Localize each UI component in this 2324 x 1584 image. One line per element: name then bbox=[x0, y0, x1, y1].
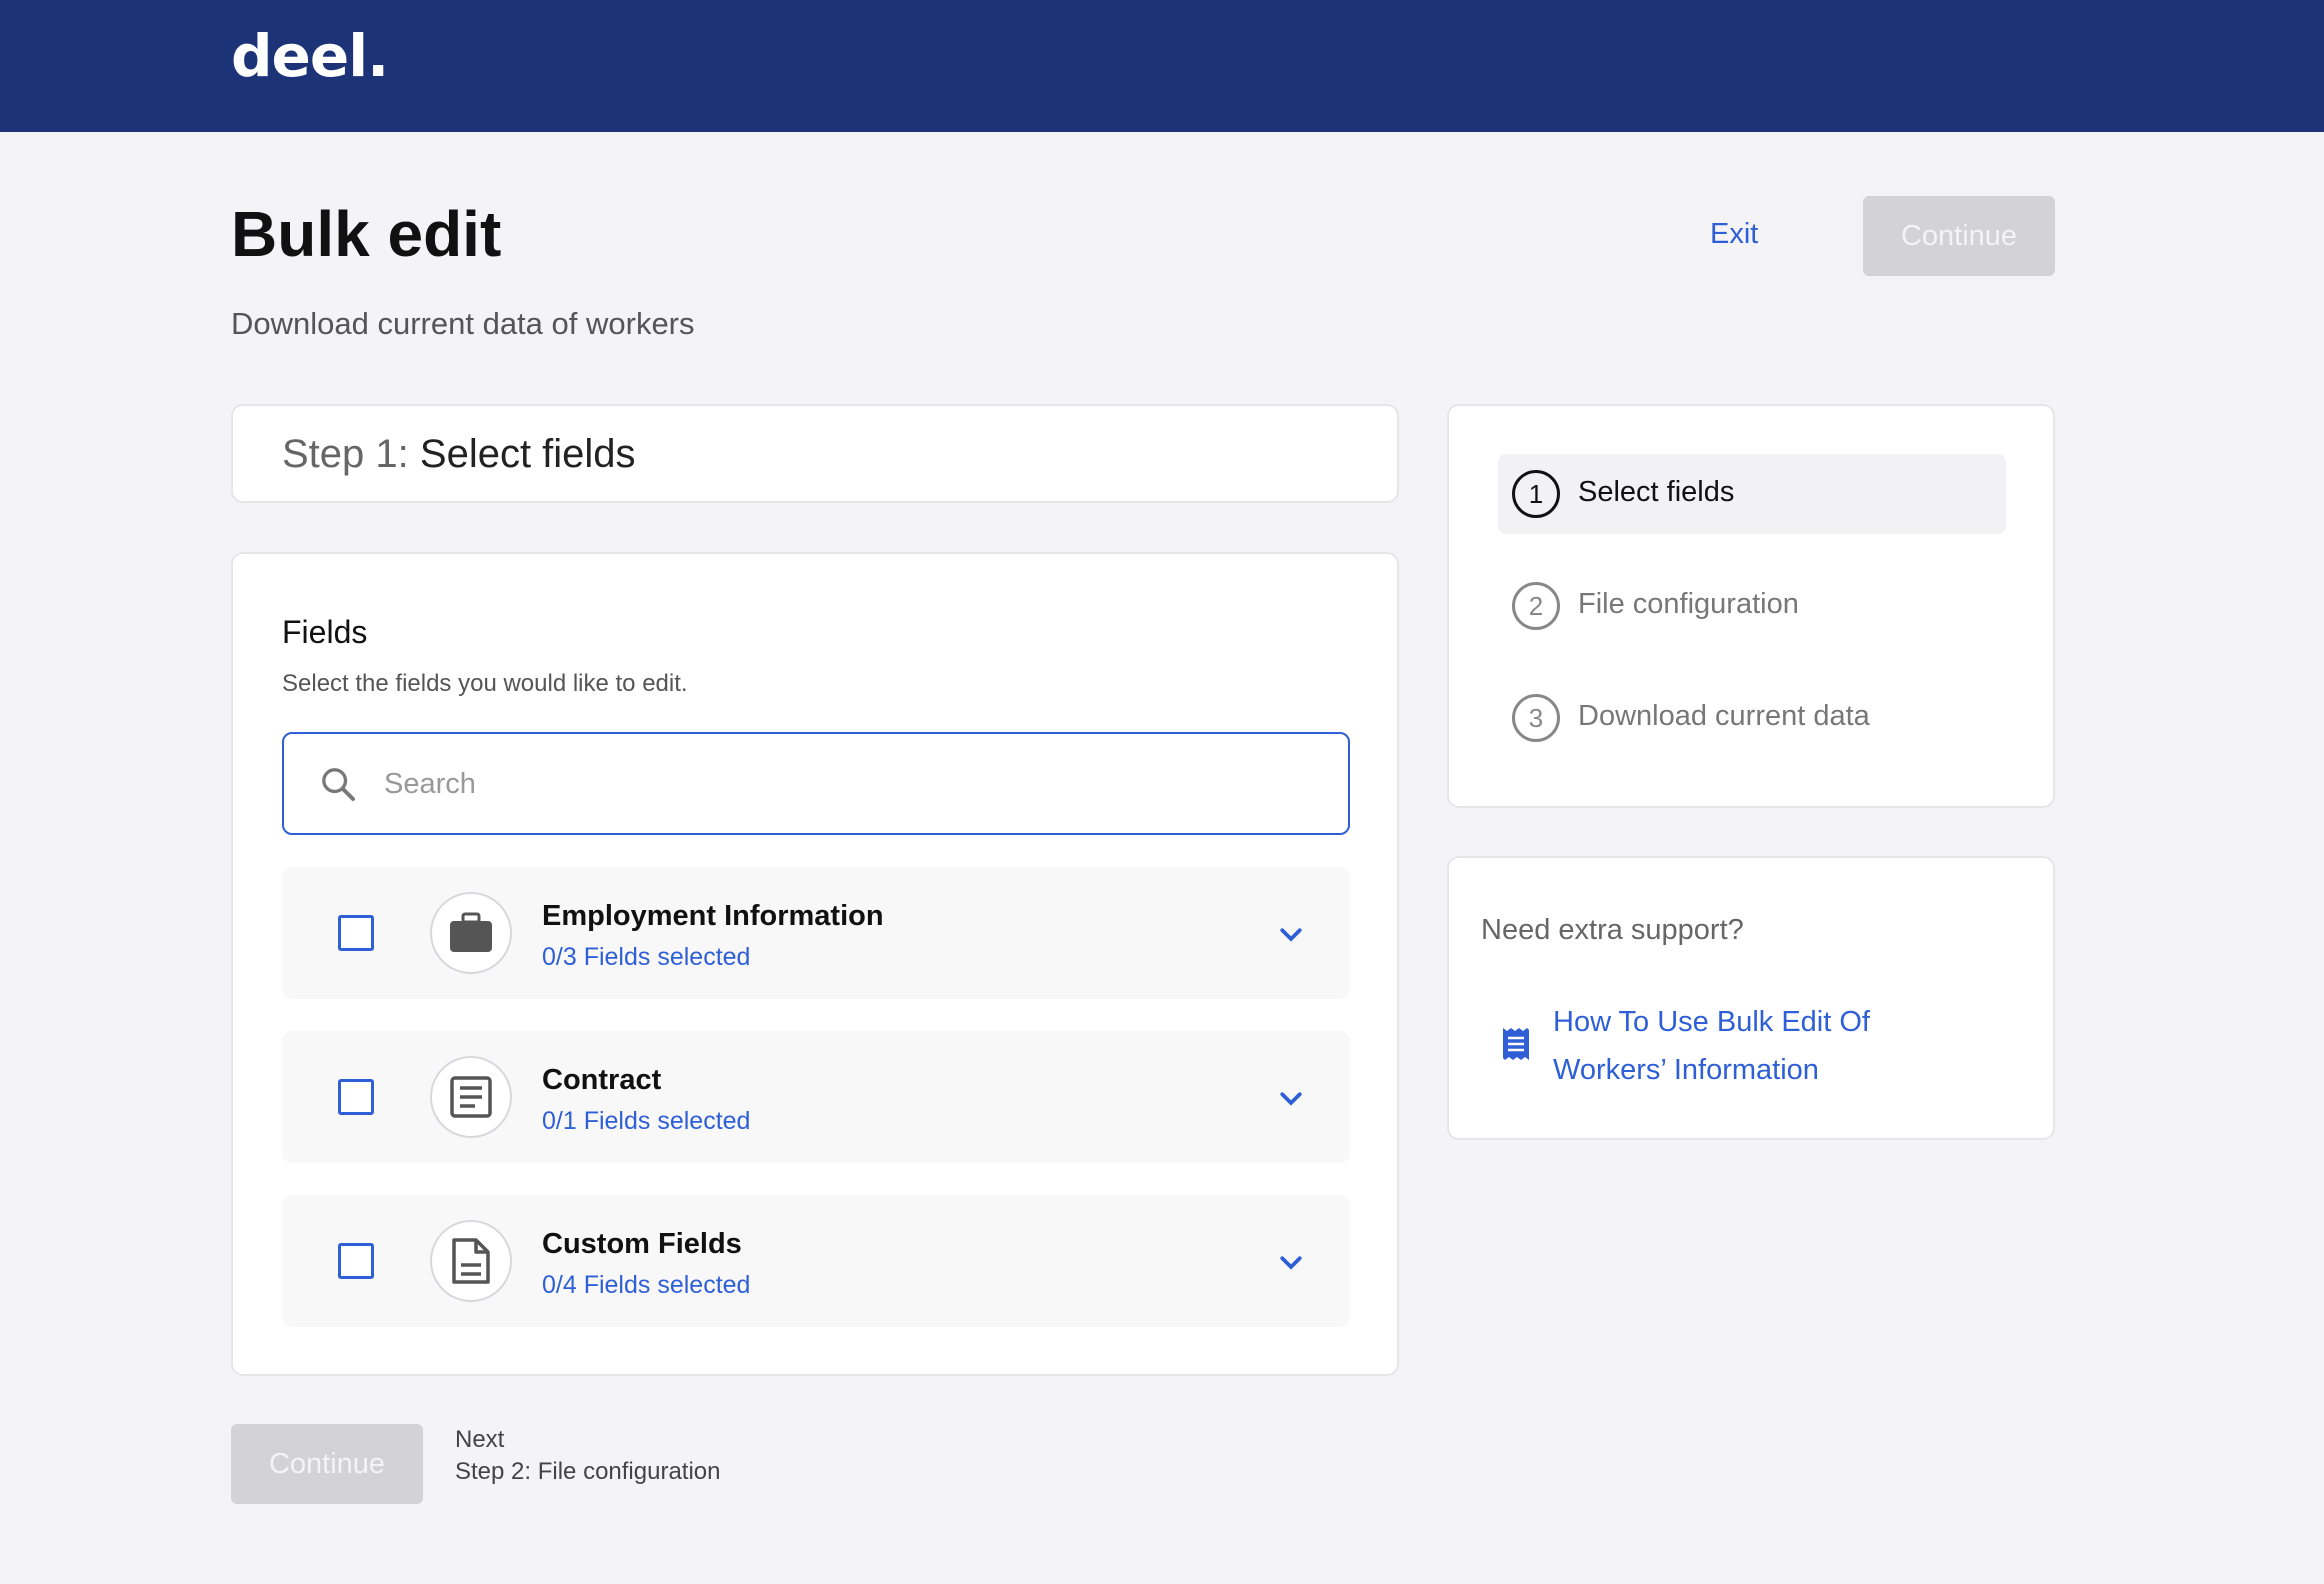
document-icon bbox=[1503, 1028, 1529, 1060]
checkbox-employment[interactable] bbox=[338, 915, 374, 951]
checkbox-custom[interactable] bbox=[338, 1243, 374, 1279]
field-group-count: 0/4 Fields selected bbox=[542, 1271, 751, 1299]
progress-card: 1 Select fields 2 File configuration 3 D… bbox=[1447, 404, 2055, 808]
step-label: File configuration bbox=[1578, 588, 1799, 620]
search-input[interactable] bbox=[384, 754, 1304, 814]
step-label: Select fields bbox=[1578, 476, 1735, 508]
checkbox-contract[interactable] bbox=[338, 1079, 374, 1115]
top-bar: deel. bbox=[0, 0, 2324, 132]
deel-logo[interactable]: deel. bbox=[231, 22, 389, 90]
file-icon bbox=[430, 1220, 512, 1302]
progress-step-download-current-data[interactable]: 3 Download current data bbox=[1498, 678, 2006, 758]
step-label: Download current data bbox=[1578, 700, 1870, 732]
chevron-down-icon[interactable] bbox=[1276, 1247, 1306, 1277]
step-header-card: Step 1: Select fields bbox=[231, 404, 1399, 503]
bulk-edit-help-link[interactable]: How To Use Bulk Edit Of Workers’ Informa… bbox=[1553, 998, 1973, 1094]
chevron-down-icon[interactable] bbox=[1276, 1083, 1306, 1113]
field-group-title: Employment Information bbox=[542, 900, 884, 932]
exit-link[interactable]: Exit bbox=[1710, 218, 1758, 251]
field-group-title: Custom Fields bbox=[542, 1228, 742, 1260]
next-step-label: Step 2: File configuration bbox=[455, 1458, 721, 1485]
chevron-down-icon[interactable] bbox=[1276, 919, 1306, 949]
search-box[interactable] bbox=[282, 732, 1350, 835]
fields-card: Fields Select the fields you would like … bbox=[231, 552, 1399, 1376]
step-number: 2 bbox=[1512, 582, 1560, 630]
search-icon bbox=[322, 768, 355, 801]
field-group-count: 0/1 Fields selected bbox=[542, 1107, 751, 1135]
field-group-contract[interactable]: Contract 0/1 Fields selected bbox=[282, 1031, 1350, 1163]
field-group-count: 0/3 Fields selected bbox=[542, 943, 751, 971]
step-prefix: Step 1: bbox=[282, 432, 409, 476]
step-name: Select fields bbox=[419, 432, 636, 476]
fields-description: Select the fields you would like to edit… bbox=[282, 670, 688, 697]
briefcase-icon bbox=[430, 892, 512, 974]
contract-icon bbox=[430, 1056, 512, 1138]
progress-step-file-configuration[interactable]: 2 File configuration bbox=[1498, 566, 2006, 646]
field-group-title: Contract bbox=[542, 1064, 662, 1096]
step-number: 3 bbox=[1512, 694, 1560, 742]
step-title: Step 1: Select fields bbox=[282, 432, 636, 477]
next-label: Next bbox=[455, 1426, 505, 1453]
field-group-custom[interactable]: Custom Fields 0/4 Fields selected bbox=[282, 1195, 1350, 1327]
page-subtitle: Download current data of workers bbox=[231, 306, 695, 341]
page-title: Bulk edit bbox=[231, 198, 502, 270]
progress-step-select-fields[interactable]: 1 Select fields bbox=[1498, 454, 2006, 534]
field-group-employment[interactable]: Employment Information 0/3 Fields select… bbox=[282, 867, 1350, 999]
continue-button-top[interactable]: Continue bbox=[1863, 196, 2055, 276]
support-card: Need extra support? How To Use Bulk Edit… bbox=[1447, 856, 2055, 1140]
support-title: Need extra support? bbox=[1481, 914, 1744, 946]
fields-heading: Fields bbox=[282, 614, 368, 650]
step-number: 1 bbox=[1512, 470, 1560, 518]
continue-button-bottom[interactable]: Continue bbox=[231, 1424, 423, 1504]
